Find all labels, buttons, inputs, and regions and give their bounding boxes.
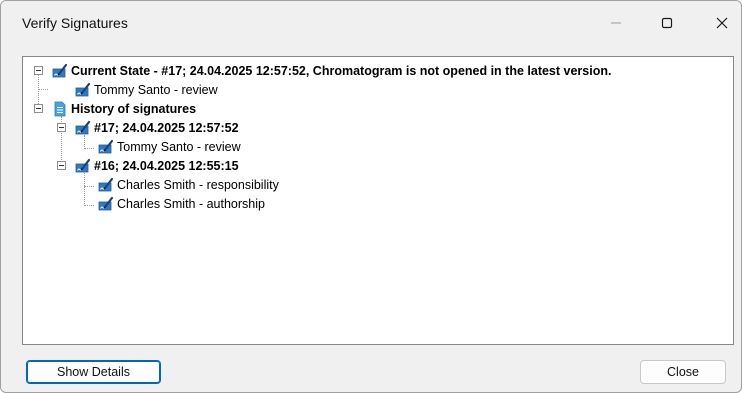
verify-signatures-window: Verify Signatures Current State - #17; 2… [0,0,742,393]
tree-connector [38,89,48,90]
maximize-button[interactable] [644,1,690,45]
signatures-tree[interactable]: Current State - #17; 24.04.2025 12:57:52… [22,56,734,345]
close-button[interactable]: Close [640,360,726,384]
title-bar[interactable]: Verify Signatures [1,1,741,47]
tree-connector [84,135,85,149]
tree-node-entry-16[interactable]: #16; 24.04.2025 12:55:15 [75,156,239,175]
signature-icon [98,177,114,193]
tree-node-label: History of signatures [71,101,197,116]
tree-node-signature[interactable]: Tommy Santo - review [98,137,241,156]
collapse-toggle[interactable] [34,104,43,113]
close-window-button[interactable] [699,1,741,45]
tree-node-label: Tommy Santo - review [117,139,241,154]
tree-node-label: #16; 24.04.2025 12:55:15 [94,158,239,173]
tree-node-signature[interactable]: Charles Smith - responsibility [98,175,279,194]
tree-connector [84,205,94,206]
minimize-icon [611,22,621,24]
tree-node-label: Current State - #17; 24.04.2025 12:57:52… [71,63,612,78]
signature-icon [75,82,91,98]
tree-connector [84,148,94,149]
document-icon [52,101,68,117]
minimize-button[interactable] [593,1,639,45]
close-icon [716,17,728,29]
signature-icon [75,158,91,174]
signature-icon [75,120,91,136]
collapse-toggle[interactable] [34,66,43,75]
signature-icon [98,139,114,155]
tree-node-entry-17[interactable]: #17; 24.04.2025 12:57:52 [75,118,239,137]
tree-connector [84,186,94,187]
tree-node-label: Tommy Santo - review [94,82,218,97]
window-title: Verify Signatures [22,15,128,31]
tree-node-signature[interactable]: Tommy Santo - review [75,80,218,99]
show-details-button[interactable]: Show Details [26,360,161,384]
tree-node-label: Charles Smith - authorship [117,196,265,211]
tree-node-history[interactable]: History of signatures [52,99,196,118]
tree-node-label: Charles Smith - responsibility [117,177,279,192]
tree-node-signature[interactable]: Charles Smith - authorship [98,194,265,213]
tree-node-current-state[interactable]: Current State - #17; 24.04.2025 12:57:52… [52,61,611,80]
tree-node-label: #17; 24.04.2025 12:57:52 [94,120,239,135]
maximize-icon [661,17,673,29]
signature-icon [98,196,114,212]
collapse-toggle[interactable] [57,161,66,170]
tree-connector [84,173,85,206]
collapse-toggle[interactable] [57,123,66,132]
signature-icon [52,63,68,79]
